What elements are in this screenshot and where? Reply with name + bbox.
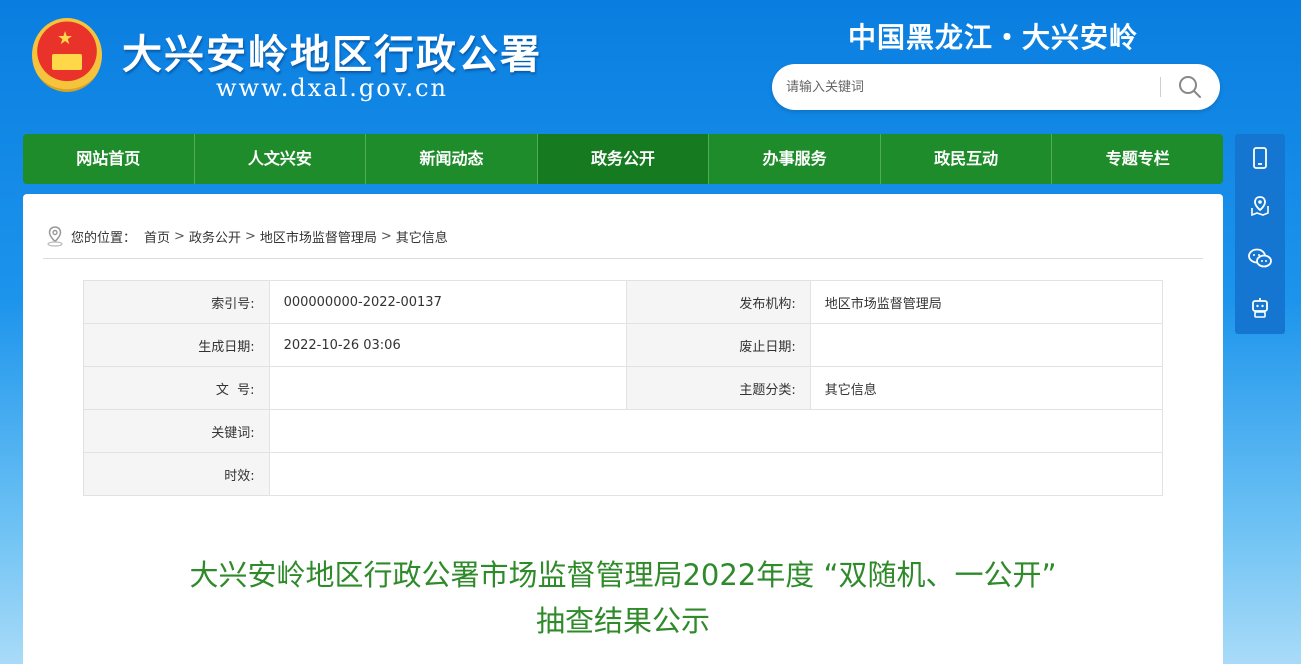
site-url: www.dxal.gov.cn: [216, 74, 448, 102]
breadcrumb-prefix: 您的位置：: [71, 230, 137, 246]
breadcrumb-separator: >: [244, 228, 256, 244]
breadcrumb-separator: >: [174, 228, 185, 244]
doc-number-label: 文 号:: [83, 366, 270, 410]
table-row: 时效:: [83, 452, 1164, 496]
nav-item-interaction[interactable]: 政民互动: [881, 134, 1053, 184]
site-title[interactable]: 大兴安岭地区行政公署: [122, 22, 542, 80]
table-row: 索引号: 000000000-2022-00137 发布机构: 地区市场监督管理…: [83, 280, 1164, 324]
keywords-value: [268, 409, 1164, 453]
created-date-label: 生成日期:: [83, 323, 270, 367]
nav-item-news[interactable]: 新闻动态: [366, 134, 538, 184]
robot-icon: [1252, 298, 1268, 318]
main-nav: 网站首页 人文兴安 新闻动态 政务公开 办事服务 政民互动 专题专栏: [23, 134, 1223, 184]
table-row: 文 号: 主题分类: 其它信息: [83, 366, 1164, 410]
side-toolbar: [1235, 134, 1285, 334]
mobile-button[interactable]: [1235, 138, 1285, 178]
content-panel: 您的位置： 首页 > 政务公开 > 地区市场监督管理局 > 其它信息 索引号: …: [23, 194, 1223, 664]
wechat-icon: [1248, 248, 1272, 268]
region-title: 中国黑龙江・大兴安岭: [848, 21, 1139, 54]
article-title: 大兴安岭地区行政公署市场监督管理局2022年度 “双随机、一公开” 抽查结果公示: [83, 552, 1163, 644]
national-emblem-logo: ★: [32, 18, 102, 92]
nav-item-culture[interactable]: 人文兴安: [195, 134, 367, 184]
map-button[interactable]: [1235, 186, 1285, 226]
keywords-label: 关键词:: [83, 409, 270, 453]
index-label: 索引号:: [83, 280, 270, 324]
topic-label: 主题分类:: [625, 366, 811, 410]
table-row: 生成日期: 2022-10-26 03:06 废止日期:: [83, 323, 1164, 367]
search-button[interactable]: [1172, 73, 1208, 101]
search-input[interactable]: [786, 75, 1146, 99]
expiry-date-label: 废止日期:: [625, 323, 811, 367]
document-meta-table: 索引号: 000000000-2022-00137 发布机构: 地区市场监督管理…: [83, 280, 1164, 496]
search-divider: [1160, 77, 1161, 97]
publisher-value: 地区市场监督管理局: [809, 280, 1164, 324]
nav-item-topics[interactable]: 专题专栏: [1052, 134, 1223, 184]
expiry-date-value: [809, 323, 1164, 367]
created-date-value: 2022-10-26 03:06: [268, 323, 627, 367]
breadcrumb-other-info[interactable]: 其它信息: [396, 227, 448, 246]
validity-label: 时效:: [83, 452, 270, 496]
breadcrumb-gov-affairs[interactable]: 政务公开: [189, 227, 241, 246]
emblem-star: ★: [57, 28, 74, 49]
article-title-line-1: 大兴安岭地区行政公署市场监督管理局2022年度 “双随机、一公开”: [189, 558, 1057, 592]
mobile-icon: [1253, 147, 1267, 169]
breadcrumb-market-bureau[interactable]: 地区市场监督管理局: [260, 227, 377, 246]
site-header: ★ 大兴安岭地区行政公署 www.dxal.gov.cn 中国黑龙江・大兴安岭: [0, 0, 1301, 130]
breadcrumb-separator: >: [380, 228, 392, 244]
table-row: 关键词:: [83, 409, 1164, 453]
emblem-gate: [52, 54, 82, 70]
publisher-label: 发布机构:: [625, 280, 811, 324]
breadcrumb-home[interactable]: 首页: [144, 227, 170, 246]
doc-number-value: [268, 366, 627, 410]
article-title-line-2: 抽查结果公示: [535, 604, 710, 638]
map-pin-icon: [1251, 196, 1269, 217]
robot-button[interactable]: [1235, 288, 1285, 328]
search-box: [772, 64, 1220, 110]
wechat-button[interactable]: [1235, 238, 1285, 278]
search-icon: [1179, 76, 1201, 98]
index-value: 000000000-2022-00137: [268, 280, 627, 324]
breadcrumb: 您的位置： 首页 > 政务公开 > 地区市场监督管理局 > 其它信息: [45, 224, 448, 248]
topic-value: 其它信息: [809, 366, 1164, 410]
nav-item-gov-affairs[interactable]: 政务公开: [537, 134, 710, 184]
location-pin-icon: [47, 226, 63, 247]
nav-item-home[interactable]: 网站首页: [23, 134, 195, 184]
nav-item-services[interactable]: 办事服务: [709, 134, 881, 184]
validity-value: [268, 452, 1164, 496]
breadcrumb-divider: [43, 258, 1203, 259]
